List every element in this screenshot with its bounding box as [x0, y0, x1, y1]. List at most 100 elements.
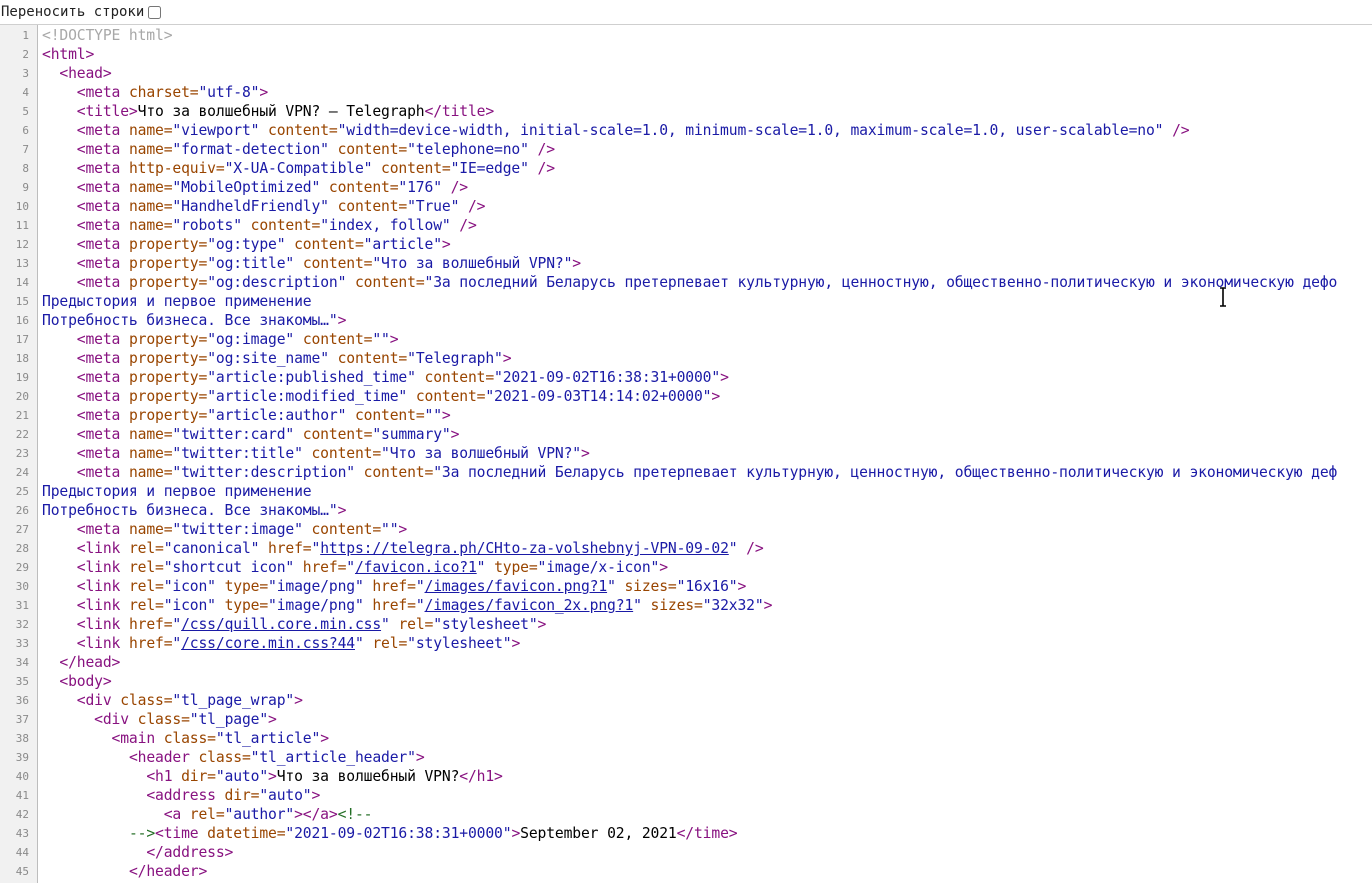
attribute-value: "2021-09-03T14:14:02+0000": [485, 388, 712, 405]
line-number: 29: [15, 561, 29, 574]
attribute-value: "image/x-icon": [537, 559, 660, 576]
source-line: 41 <address dir="auto">: [0, 786, 1372, 805]
line-number: 33: [15, 637, 29, 650]
attribute-value: ": [607, 578, 616, 595]
text: [42, 274, 77, 291]
line-code: Предыстория и первое применение: [33, 482, 312, 501]
attribute-name: rel=: [363, 635, 408, 652]
attribute-value: "stylesheet": [407, 635, 512, 652]
line-number: 30: [15, 580, 29, 593]
line-code: </header>: [33, 862, 207, 881]
line-number: 26: [15, 504, 29, 517]
tag: >: [415, 749, 425, 766]
tag: >: [441, 236, 451, 253]
source-line: 7 <meta name="format-detection" content=…: [0, 140, 1372, 159]
text: [42, 559, 77, 576]
link[interactable]: /images/favicon.png?1: [425, 578, 608, 595]
wrap-lines-checkbox[interactable]: [148, 5, 162, 19]
attribute-name: name=: [120, 217, 173, 234]
source-line: 8 <meta http-equiv="X-UA-Compatible" con…: [0, 159, 1372, 178]
tag: <header: [128, 749, 190, 766]
link[interactable]: /css/core.min.css?44: [181, 635, 355, 652]
line-number: 24: [15, 466, 29, 479]
attribute-name: name=: [120, 198, 173, 215]
line-code: <link rel="icon" type="image/png" href="…: [33, 596, 773, 615]
line-code: <header class="tl_article_header">: [33, 748, 425, 767]
tag: <meta: [76, 464, 121, 481]
attribute-value: "16x16": [676, 578, 738, 595]
tag: </time>: [676, 825, 738, 842]
line-code: <head>: [33, 64, 111, 83]
source-line: 42 <a rel="author"></a><!--: [0, 805, 1372, 824]
link[interactable]: /images/favicon_2x.png?1: [425, 597, 634, 614]
attribute-value: "robots": [172, 217, 242, 234]
attribute-name: property=: [120, 388, 208, 405]
attribute-name: name=: [120, 122, 173, 139]
tag: <link: [76, 540, 121, 557]
tag: <link: [76, 597, 121, 614]
text: [42, 578, 77, 595]
source-line: 32 <link href="/css/quill.core.min.css" …: [0, 615, 1372, 634]
text: [42, 787, 146, 804]
line-number: 37: [15, 713, 29, 726]
tag: </header>: [128, 863, 208, 880]
line-number: 13: [15, 257, 29, 270]
line-code: <main class="tl_article">: [33, 729, 329, 748]
line-code: <html>: [33, 45, 94, 64]
tag: />: [1163, 122, 1190, 139]
line-number: 28: [15, 542, 29, 555]
link[interactable]: /favicon.ico?1: [355, 559, 477, 576]
attribute-name: content=: [294, 255, 373, 272]
line-number: 42: [15, 808, 29, 821]
attribute-name: rel=: [120, 540, 164, 557]
source-line: 40 <h1 dir="auto">Что за волшебный VPN?<…: [0, 767, 1372, 786]
line-number: 8: [22, 162, 29, 175]
tag: <meta: [76, 160, 121, 177]
line-number: 5: [22, 105, 29, 118]
attribute-value: ": [354, 635, 364, 652]
line-number: 6: [22, 124, 29, 137]
attribute-value: "width=device-width, initial-scale=1.0, …: [337, 122, 1164, 139]
line-number: 43: [15, 827, 29, 840]
line-code: <meta name="MobileOptimized" content="17…: [33, 178, 468, 197]
attribute-name: content=: [328, 141, 408, 158]
tag: <html>: [42, 46, 95, 63]
line-code: <meta property="article:published_time" …: [33, 368, 729, 387]
wrap-lines-toggle[interactable]: Переносить строки: [1, 4, 162, 20]
wrap-lines-label: Переносить строки: [1, 4, 145, 20]
link[interactable]: https://telegra.ph/CHto-za-volshebnyj-VP…: [320, 540, 729, 557]
attribute-value: "utf-8": [198, 84, 260, 101]
line-code: <meta name="twitter:title" content="Что …: [33, 444, 590, 463]
text: [42, 426, 77, 443]
line-number: 36: [15, 694, 29, 707]
attribute-value: "format-detection": [172, 141, 329, 158]
text: [42, 65, 59, 82]
text: [42, 388, 77, 405]
line-number: 1: [22, 29, 29, 42]
line-number: 22: [15, 428, 29, 441]
line-code: --><time datetime="2021-09-02T16:38:31+0…: [33, 824, 738, 843]
attribute-value: ": [633, 597, 642, 614]
attribute-value: "tl_page": [189, 711, 269, 728]
text: [42, 692, 77, 709]
attribute-value: "": [381, 521, 399, 538]
attribute-value: "image/png": [268, 578, 364, 595]
line-code: <meta property="og:title" content="Что з…: [33, 254, 581, 273]
tag: >: [537, 616, 547, 633]
tag: <div: [76, 692, 112, 709]
line-number: 19: [15, 371, 29, 384]
attribute-name: content=: [346, 407, 425, 424]
tag: <meta: [76, 388, 121, 405]
line-code: <meta property="og:site_name" content="T…: [33, 349, 512, 368]
comment: -->: [128, 825, 156, 842]
line-number: 20: [15, 390, 29, 403]
line-number: 9: [22, 181, 29, 194]
source-view[interactable]: 1 <!DOCTYPE html> 2 <html> 3 <head> 4 <meta c…: [0, 25, 1372, 883]
line-number: 21: [15, 409, 29, 422]
link[interactable]: /css/quill.core.min.css: [181, 616, 381, 633]
line-code: <link rel="canonical" href="https://tele…: [33, 539, 764, 558]
attribute-name: class=: [128, 711, 190, 728]
line-number: 25: [15, 485, 29, 498]
tag: />: [528, 141, 556, 158]
attribute-value: "IE=edge": [450, 160, 529, 177]
